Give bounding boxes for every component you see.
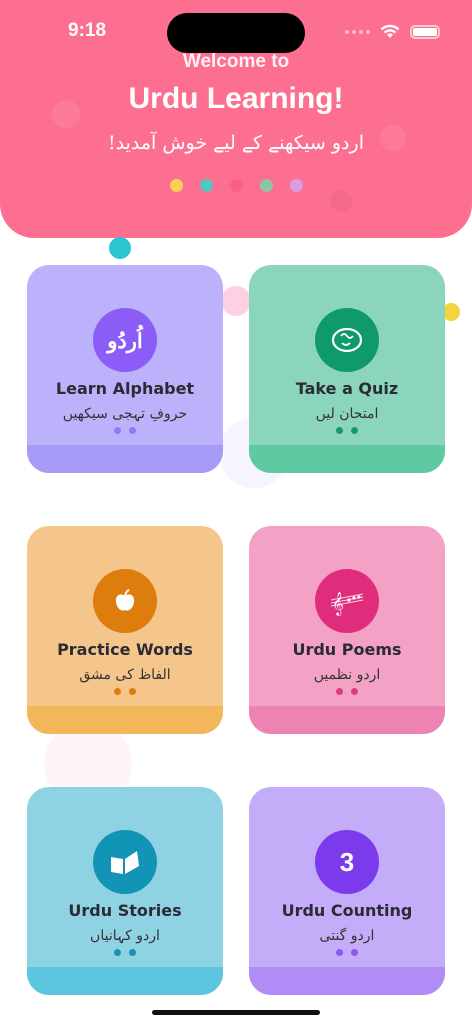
header-dot (290, 179, 303, 192)
header-dots (170, 179, 303, 192)
app-title: Urdu Learning! (128, 82, 344, 115)
card-urdu-stories[interactable]: Urdu Stories اردو کہانیاں (27, 787, 223, 995)
card-band (27, 706, 223, 734)
decor-bubble (330, 190, 352, 212)
card-title: Learn Alphabet (55, 379, 195, 398)
welcome-text: Welcome to (182, 51, 290, 72)
urdu-welcome-text: اردو سیکھنے کے لیے خوش آمدید! (108, 132, 364, 154)
battery-icon (410, 24, 440, 39)
card-dots (114, 949, 136, 956)
wifi-icon (380, 24, 400, 38)
brain-icon (315, 308, 379, 372)
open-book-icon (93, 830, 157, 894)
header-dot (200, 179, 213, 192)
card-band (249, 706, 445, 734)
home-indicator[interactable] (152, 1010, 320, 1015)
card-urdu-subtitle: اردو کہانیاں (90, 928, 160, 944)
signal-icon (345, 29, 370, 34)
card-dots (336, 949, 358, 956)
welcome-header: 9:18 Welcome to Urdu Learning! اردو سیکھ… (0, 0, 472, 238)
card-urdu-subtitle: اردو نظمیں (313, 667, 381, 683)
dynamic-island (167, 13, 305, 53)
card-title: Urdu Counting (281, 901, 413, 920)
status-time: 9:18 (68, 20, 107, 41)
card-urdu-subtitle: حروفِ تہجی سیکھیں (62, 406, 188, 422)
card-dots (336, 688, 358, 695)
urdu-script-icon: اُردُو (93, 308, 157, 372)
card-band (249, 445, 445, 473)
header-dot (260, 179, 273, 192)
apple-icon (93, 569, 157, 633)
card-urdu-subtitle: الفاظ کی مشق (79, 667, 171, 683)
card-title: Urdu Stories (68, 901, 182, 920)
header-dot (230, 179, 243, 192)
card-dots (114, 427, 136, 434)
header-dot (170, 179, 183, 192)
card-title: Practice Words (57, 640, 193, 659)
card-band (249, 967, 445, 995)
card-title: Take a Quiz (295, 379, 399, 398)
card-practice-words[interactable]: Practice Words الفاظ کی مشق (27, 526, 223, 734)
number-icon: 3 (315, 830, 379, 894)
card-dots (114, 688, 136, 695)
decor-bubble (221, 286, 251, 316)
card-urdu-counting[interactable]: 3 Urdu Counting اردو گنتی (249, 787, 445, 995)
card-urdu-poems[interactable]: 𝄞 Urdu Poems اردو نظمیں (249, 526, 445, 734)
card-band (27, 967, 223, 995)
music-notes-icon: 𝄞 (315, 569, 379, 633)
card-take-quiz[interactable]: Take a Quiz امتحان لیں (249, 265, 445, 473)
card-urdu-subtitle: اردو گنتی (319, 928, 375, 944)
status-icons (345, 24, 440, 39)
card-urdu-subtitle: امتحان لیں (315, 406, 379, 422)
card-learn-alphabet[interactable]: اُردُو Learn Alphabet حروفِ تہجی سیکھیں (27, 265, 223, 473)
card-dots (336, 427, 358, 434)
card-band (27, 445, 223, 473)
svg-text:𝄞: 𝄞 (332, 591, 344, 616)
card-title: Urdu Poems (292, 640, 402, 659)
decor-bubble (109, 237, 131, 259)
